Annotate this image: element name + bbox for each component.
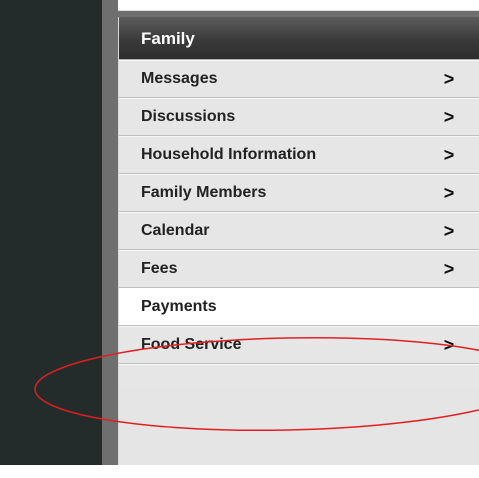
menu-item-discussions[interactable]: Discussions > [119, 98, 479, 136]
menu-item-fees[interactable]: Fees > [119, 250, 479, 288]
menu-item-messages[interactable]: Messages > [119, 60, 479, 98]
menu-item-family-members[interactable]: Family Members > [119, 174, 479, 212]
chevron-right-icon: > [443, 335, 455, 355]
menu-item-payments[interactable]: Payments [119, 288, 479, 326]
menu-item-calendar[interactable]: Calendar > [119, 212, 479, 250]
family-menu-list: Messages > Discussions > Household Infor… [119, 60, 479, 387]
menu-item-label: Fees [141, 260, 178, 277]
chevron-right-icon: > [443, 107, 455, 127]
menu-item-label: Discussions [141, 108, 236, 125]
chevron-right-icon: > [443, 259, 455, 279]
menu-item-label: Food Service [141, 336, 242, 353]
left-sidebar-background [0, 0, 102, 465]
chevron-right-icon: > [443, 221, 455, 241]
menu-item-label: Payments [141, 298, 217, 315]
menu-item-label: Calendar [141, 222, 210, 239]
menu-item-partial [119, 364, 479, 387]
chevron-right-icon: > [443, 183, 455, 203]
menu-item-household-information[interactable]: Household Information > [119, 136, 479, 174]
app-screen: Family Messages > Discussions > Househol… [0, 0, 479, 478]
family-menu: Family Messages > Discussions > Househol… [118, 17, 479, 465]
menu-item-label: Messages [141, 70, 218, 87]
menu-item-label: Household Information [141, 146, 317, 163]
menu-item-label: Family Members [141, 184, 267, 201]
chevron-right-icon: > [443, 145, 455, 165]
top-panel-edge [118, 0, 479, 11]
family-menu-header: Family [119, 17, 479, 60]
chevron-right-icon: > [443, 69, 455, 89]
menu-item-food-service[interactable]: Food Service > [119, 326, 479, 364]
